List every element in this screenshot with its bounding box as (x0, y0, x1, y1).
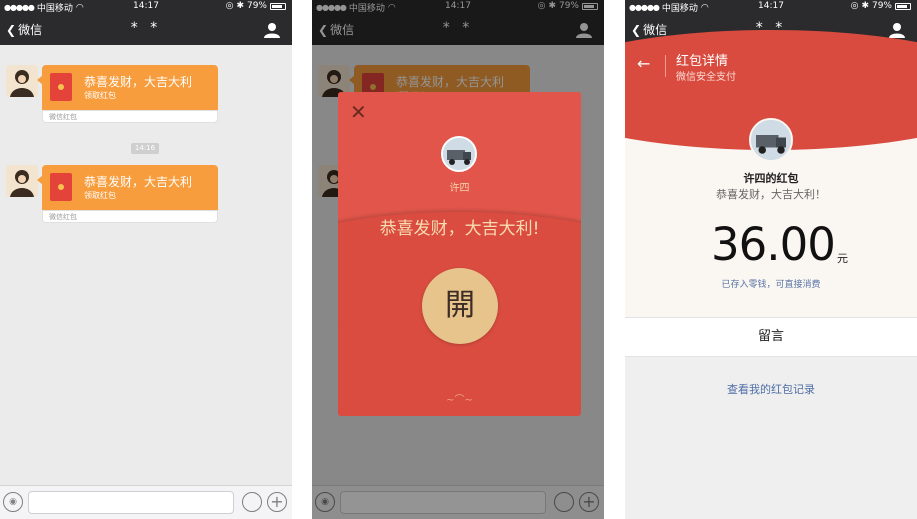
detail-title: 红包详情 (676, 54, 729, 69)
header-divider (665, 55, 666, 77)
person-icon[interactable] (264, 22, 280, 38)
voice-icon[interactable]: ◉ (3, 492, 23, 512)
sender-avatar (441, 136, 477, 172)
red-packet-message[interactable]: 恭喜发财，大吉大利 领取红包 微信红包 (37, 165, 218, 223)
bubble-footer: 微信红包 (42, 210, 218, 223)
timestamp: 14:16 (131, 143, 159, 154)
plus-icon[interactable]: + (267, 492, 287, 512)
open-button[interactable]: 開 (422, 268, 498, 344)
bubble-footer: 微信红包 (42, 110, 218, 123)
bluetooth-icon: ✱ (861, 1, 869, 11)
battery-icon (895, 2, 911, 10)
emoji-icon[interactable] (242, 492, 262, 512)
avatar-image (10, 170, 34, 197)
truck-image (443, 138, 475, 170)
battery-icon (270, 2, 286, 10)
packet-title: 恭喜发财，大吉大利 (84, 75, 193, 89)
battery-percent: 79% (246, 1, 267, 11)
avatar-image (10, 70, 34, 97)
sender-name: 许四 (449, 183, 470, 194)
packet-subtitle: 领取红包 (84, 91, 116, 100)
red-packet-message[interactable]: 恭喜发财，大吉大利 领取红包 微信红包 (37, 65, 218, 123)
avatar[interactable] (6, 65, 38, 97)
amount-unit: 元 (837, 252, 848, 265)
packet-wish: 恭喜发财，大吉大利！ (716, 188, 826, 201)
nav-bar: ❮ 微信 * * (0, 14, 292, 45)
battery-percent: 79% (871, 1, 892, 11)
status-bar: ●●●●● 中国移动 ◠ 14:17 ◎ ✱ 79% (0, 0, 292, 14)
packet-footer: 微信红包 (49, 113, 77, 121)
cloud-ornament-icon: ~⌒~ (446, 395, 473, 406)
packet-title: 恭喜发财，大吉大利 (84, 175, 193, 189)
red-packet-modal: ✕ 许四 恭喜发财，大吉大利! 開 ~⌒~ (338, 92, 581, 416)
packet-owner: 许四的红包 (743, 172, 799, 185)
comment-button[interactable]: 留言 (625, 317, 917, 357)
packet-footer: 微信红包 (49, 213, 77, 221)
detail-subtitle: 微信安全支付 (676, 72, 736, 83)
alarm-icon: ◎ (225, 1, 234, 11)
close-icon[interactable]: ✕ (350, 100, 367, 124)
packet-subtitle: 领取红包 (84, 191, 116, 200)
person-icon[interactable] (889, 22, 905, 38)
detail-header (625, 45, 917, 90)
deposit-note[interactable]: 已存入零钱，可直接消费 (625, 277, 917, 290)
packet-detail-screen: ●●●●● 中国移动 ◠ 14:17 ◎ ✱ 79% ❮ 微信 * * ← 红包详情 微信… (625, 0, 917, 519)
alarm-icon: ◎ (850, 1, 859, 11)
packet-wish: 恭喜发财，大吉大利! (379, 219, 540, 239)
bubble-body: 恭喜发财，大吉大利 领取红包 (42, 65, 218, 110)
status-bar: ●●●●● 中国移动 ◠ 14:17 ◎ ✱ 79% (625, 0, 917, 14)
avatar[interactable] (6, 165, 38, 197)
arrow-left-icon[interactable]: ← (637, 54, 650, 73)
open-packet-screen: ●●●●● 中国移动 ◠ 14:17 ◎ ✱ 79% ❮ 微信 * * 恭喜发财，大吉大利… (312, 0, 604, 519)
message-input[interactable] (28, 491, 234, 514)
packet-amount: 36.00 (711, 218, 836, 271)
bluetooth-icon: ✱ (236, 1, 244, 11)
sender-avatar (749, 118, 793, 162)
chat-title: * * (130, 20, 162, 36)
chat-screen: ●●●●● 中国移动 ◠ 14:17 ◎ ✱ 79% ❮ 微信 * * 恭喜发财，大吉大利… (0, 0, 292, 519)
red-envelope-icon (50, 73, 72, 101)
truck-image (751, 120, 791, 160)
red-envelope-icon (50, 173, 72, 201)
bubble-body: 恭喜发财，大吉大利 领取红包 (42, 165, 218, 210)
packet-record-link[interactable]: 查看我的红包记录 (625, 381, 917, 397)
input-bar: ◉ + (0, 485, 292, 519)
